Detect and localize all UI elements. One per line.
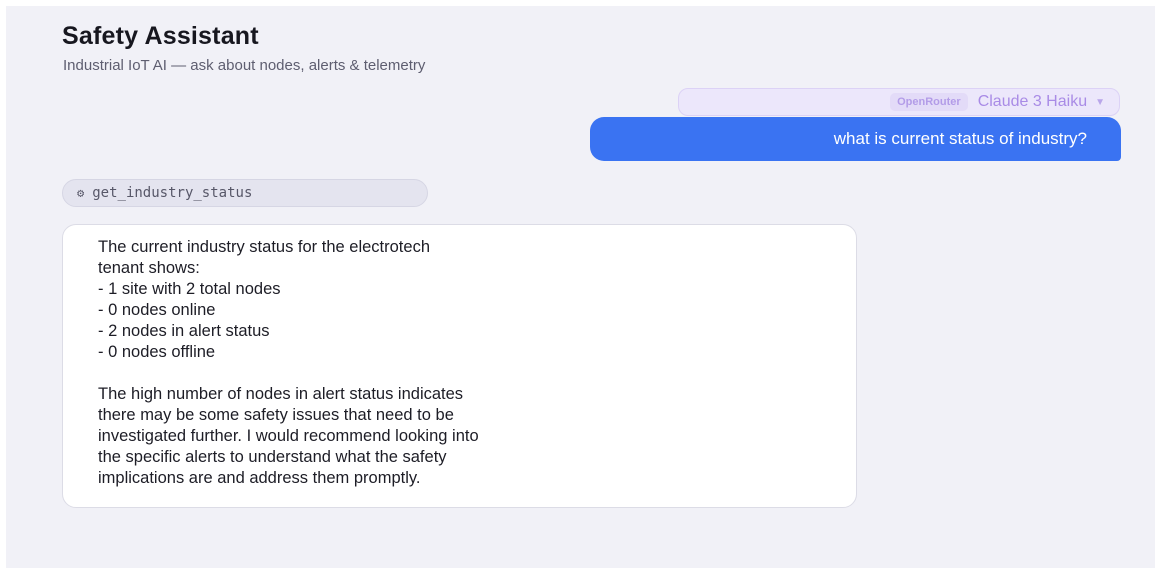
page-title: Safety Assistant xyxy=(62,22,259,50)
chevron-down-icon: ▼ xyxy=(1095,96,1105,108)
assistant-line: investigated further. I would recommend … xyxy=(98,427,479,445)
gear-icon: ⚙ xyxy=(77,186,85,200)
assistant-message-bubble: The current industry status for the elec… xyxy=(62,224,857,508)
assistant-line: The current industry status for the elec… xyxy=(98,238,430,256)
tool-call-label: get_industry_status xyxy=(92,185,253,201)
assistant-line: - 1 site with 2 total nodes xyxy=(98,280,281,298)
model-selector[interactable]: OpenRouter Claude 3 Haiku ▼ xyxy=(678,88,1120,116)
assistant-line: the specific alerts to understand what t… xyxy=(98,448,447,466)
assistant-line: - 2 nodes in alert status xyxy=(98,322,270,340)
assistant-line: there may be some safety issues that nee… xyxy=(98,406,454,424)
provider-badge: OpenRouter xyxy=(890,93,968,111)
user-message-bubble: what is current status of industry? xyxy=(590,117,1121,161)
tool-call-chip[interactable]: ⚙ get_industry_status xyxy=(62,179,428,207)
assistant-line: implications are and address them prompt… xyxy=(98,469,421,487)
user-message-text: what is current status of industry? xyxy=(833,129,1087,148)
page-subtitle: Industrial IoT AI — ask about nodes, ale… xyxy=(63,57,426,74)
assistant-line: - 0 nodes online xyxy=(98,301,216,319)
assistant-line: - 0 nodes offline xyxy=(98,343,216,361)
assistant-line: tenant shows: xyxy=(98,259,200,277)
model-name: Claude 3 Haiku xyxy=(977,93,1088,110)
assistant-line: The high number of nodes in alert status… xyxy=(98,385,464,403)
app-frame: Safety Assistant Industrial IoT AI — ask… xyxy=(6,6,1155,568)
